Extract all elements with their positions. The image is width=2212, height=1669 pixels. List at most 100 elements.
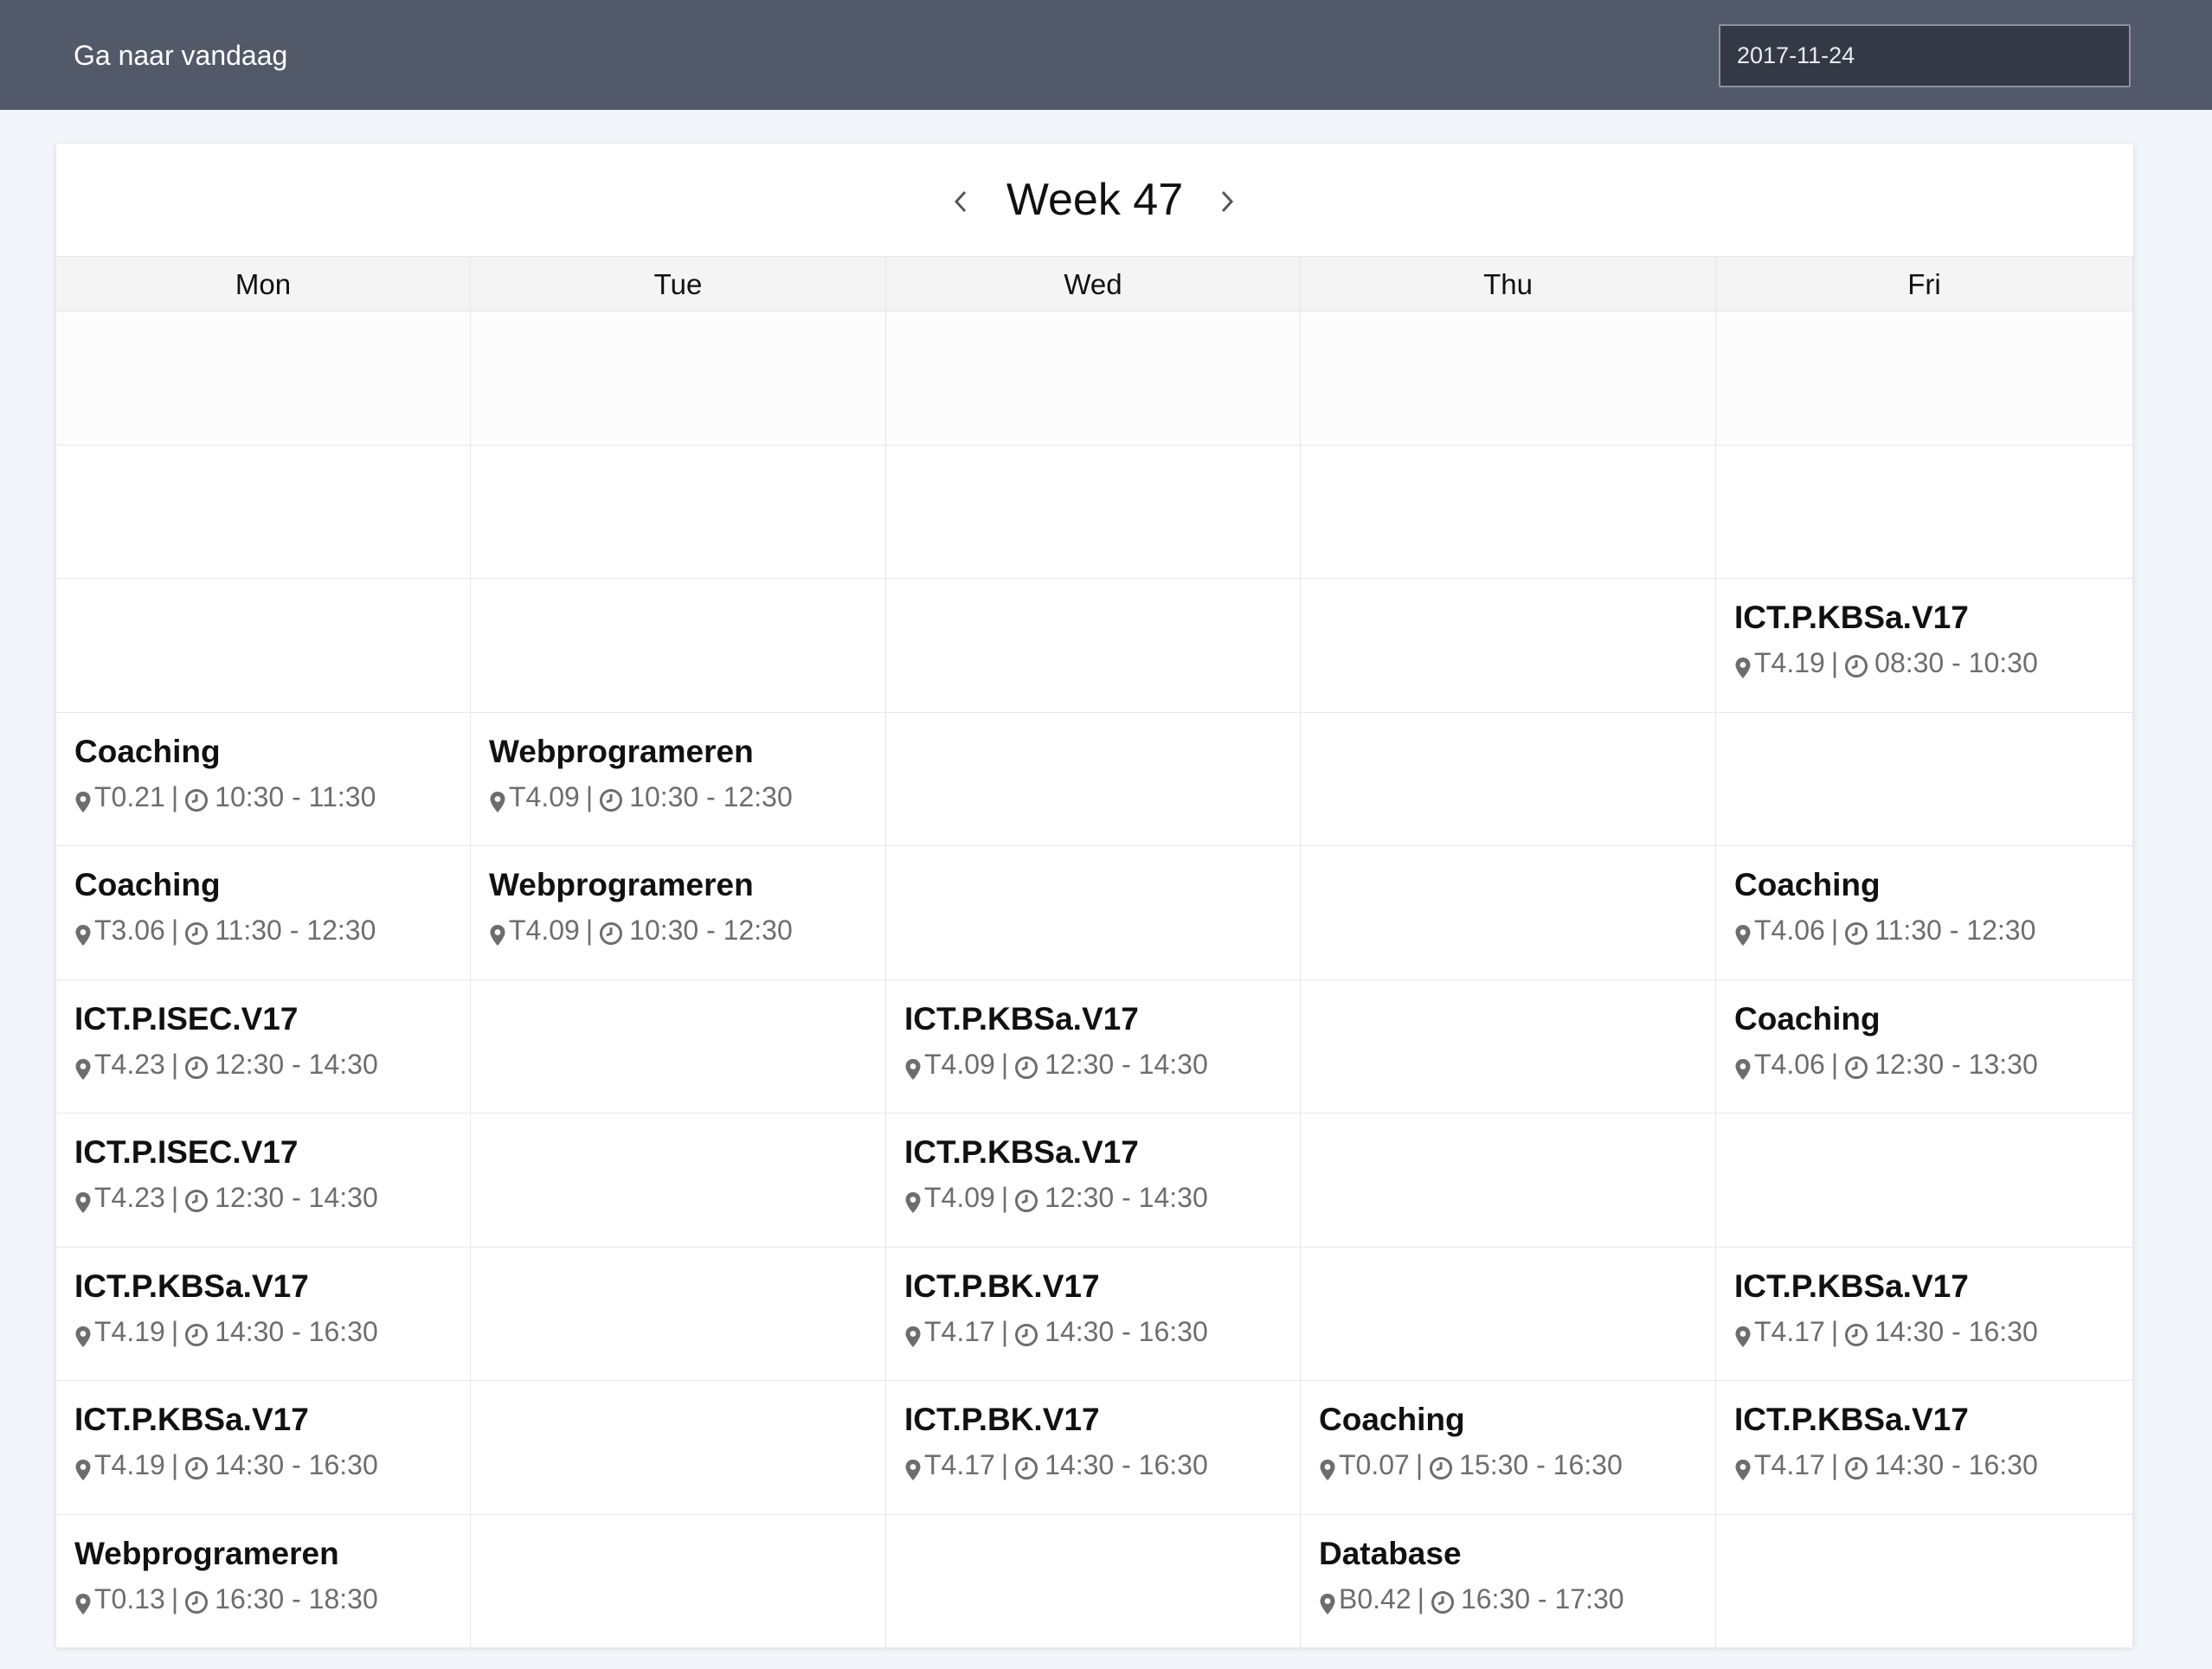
- event-time: 11:30 - 12:30: [215, 915, 376, 946]
- event-room: T4.09: [509, 780, 580, 812]
- separator: |: [1000, 1315, 1009, 1347]
- clock-icon: [184, 1185, 209, 1212]
- event-cell[interactable]: Database B0.42 | 16:30 - 17:30: [1301, 1514, 1716, 1648]
- previous-week-button[interactable]: [943, 177, 978, 225]
- event-room: T4.23: [94, 1048, 165, 1080]
- event-cell[interactable]: Coaching T3.06 | 11:30 - 12:30: [56, 846, 471, 980]
- event-cell[interactable]: Webprogrameren T0.13 | 16:30 - 18:30: [56, 1514, 471, 1648]
- event-meta: T0.07 | 15:30 - 16:30: [1319, 1447, 1623, 1483]
- empty-slot: [1301, 579, 1716, 713]
- map-marker-icon: [1734, 919, 1752, 946]
- empty-slot: [1716, 1514, 2133, 1648]
- event-time: 16:30 - 18:30: [215, 1582, 378, 1614]
- map-marker-icon: [904, 1320, 922, 1347]
- event-room: T4.19: [94, 1315, 165, 1347]
- map-marker-icon: [74, 1588, 92, 1614]
- map-marker-icon: [904, 1454, 922, 1480]
- empty-slot: [1716, 1114, 2133, 1248]
- empty-slot: [1301, 1247, 1716, 1381]
- separator: |: [1000, 1048, 1009, 1080]
- event-cell[interactable]: ICT.P.KBSa.V17 T4.19 | 08:30 - 10:30: [1716, 579, 2133, 713]
- event-cell[interactable]: ICT.P.ISEC.V17 T4.23 | 12:30 - 14:30: [56, 979, 471, 1114]
- event-title: ICT.P.KBSa.V17: [1734, 600, 1969, 635]
- empty-slot: [1716, 445, 2133, 579]
- separator: |: [1000, 1182, 1009, 1213]
- event-cell[interactable]: ICT.P.BK.V17 T4.17 | 14:30 - 16:30: [886, 1381, 1301, 1515]
- day-header-tue: Tue: [471, 256, 886, 311]
- separator: |: [585, 780, 594, 812]
- empty-slot: [471, 1381, 886, 1515]
- event-room: T4.19: [94, 1449, 165, 1480]
- event-time: 14:30 - 16:30: [1045, 1449, 1208, 1480]
- clock-icon: [184, 918, 209, 945]
- event-meta: T4.09 | 12:30 - 14:30: [904, 1046, 1208, 1082]
- map-marker-icon: [74, 786, 92, 812]
- event-cell[interactable]: ICT.P.KBSa.V17 T4.19 | 14:30 - 16:30: [56, 1247, 471, 1381]
- week-header: Week 47: [56, 144, 2133, 256]
- date-input[interactable]: [1719, 24, 2131, 87]
- event-meta: T4.17 | 14:30 - 16:30: [904, 1447, 1208, 1483]
- event-time: 16:30 - 17:30: [1460, 1582, 1624, 1614]
- empty-slot: [1716, 712, 2133, 846]
- map-marker-icon: [74, 1186, 92, 1213]
- event-time: 14:30 - 16:30: [1045, 1315, 1208, 1347]
- event-cell[interactable]: ICT.P.KBSa.V17 T4.17 | 14:30 - 16:30: [1716, 1247, 2133, 1381]
- empty-slot: [886, 445, 1301, 579]
- empty-slot: [471, 1247, 886, 1381]
- event-cell[interactable]: Coaching T4.06 | 11:30 - 12:30: [1716, 846, 2133, 980]
- event-room: T0.21: [94, 780, 165, 812]
- go-to-today-link[interactable]: Ga naar vandaag: [74, 36, 287, 74]
- next-week-button[interactable]: [1210, 177, 1244, 225]
- map-marker-icon: [1734, 1053, 1752, 1080]
- event-cell[interactable]: ICT.P.KBSa.V17 T4.17 | 14:30 - 16:30: [1716, 1381, 2133, 1515]
- clock-icon: [1429, 1453, 1453, 1480]
- event-cell[interactable]: Coaching T4.06 | 12:30 - 13:30: [1716, 979, 2133, 1114]
- event-room: T4.06: [1754, 915, 1825, 946]
- top-bar: Ga naar vandaag: [0, 0, 2212, 110]
- event-cell[interactable]: ICT.P.KBSa.V17 T4.09 | 12:30 - 14:30: [886, 1114, 1301, 1248]
- event-cell[interactable]: ICT.P.KBSa.V17 T4.09 | 12:30 - 14:30: [886, 979, 1301, 1114]
- separator: |: [1415, 1449, 1424, 1480]
- event-room: B0.42: [1339, 1582, 1411, 1614]
- event-time: 10:30 - 12:30: [629, 780, 793, 812]
- separator: |: [170, 1048, 179, 1080]
- separator: |: [1417, 1582, 1424, 1614]
- event-cell[interactable]: ICT.P.KBSa.V17 T4.19 | 14:30 - 16:30: [56, 1381, 471, 1515]
- separator: |: [1830, 1315, 1839, 1347]
- event-room: T4.17: [1754, 1315, 1825, 1347]
- event-cell[interactable]: ICT.P.BK.V17 T4.17 | 14:30 - 16:30: [886, 1247, 1301, 1381]
- separator: |: [1830, 1048, 1839, 1080]
- event-meta: T0.13 | 16:30 - 18:30: [74, 1581, 378, 1617]
- event-cell[interactable]: Coaching T0.21 | 10:30 - 11:30: [56, 712, 471, 846]
- clock-icon: [1844, 918, 1868, 945]
- event-room: T4.06: [1754, 1048, 1825, 1080]
- map-marker-icon: [74, 1053, 92, 1080]
- empty-slot: [471, 1514, 886, 1648]
- empty-slot: [1301, 311, 1716, 446]
- event-room: T4.09: [924, 1048, 995, 1080]
- event-meta: T4.23 | 12:30 - 14:30: [74, 1046, 378, 1082]
- event-meta: T4.19 | 08:30 - 10:30: [1734, 645, 2038, 681]
- event-room: T4.17: [924, 1449, 995, 1480]
- event-cell[interactable]: ICT.P.ISEC.V17 T4.23 | 12:30 - 14:30: [56, 1114, 471, 1248]
- map-marker-icon: [74, 1320, 92, 1347]
- event-time: 12:30 - 14:30: [1045, 1048, 1208, 1080]
- day-header-wed: Wed: [886, 256, 1301, 311]
- map-marker-icon: [904, 1053, 922, 1080]
- empty-slot: [886, 579, 1301, 713]
- calendar-card: Week 47 Mon Tue Wed Thu Fri ICT.P.KBSa.V17 T4.…: [56, 144, 2133, 1648]
- event-cell[interactable]: Coaching T0.07 | 15:30 - 16:30: [1301, 1381, 1716, 1515]
- event-room: T4.17: [924, 1315, 995, 1347]
- event-time: 12:30 - 13:30: [1874, 1048, 2038, 1080]
- empty-slot: [471, 979, 886, 1114]
- separator: |: [170, 915, 179, 946]
- event-cell[interactable]: Webprogrameren T4.09 | 10:30 - 12:30: [471, 846, 886, 980]
- day-header-thu: Thu: [1301, 256, 1716, 311]
- event-title: Database: [1319, 1535, 1462, 1571]
- separator: |: [585, 915, 594, 946]
- event-cell[interactable]: Webprogrameren T4.09 | 10:30 - 12:30: [471, 712, 886, 846]
- event-title: ICT.P.KBSa.V17: [1734, 1402, 1969, 1437]
- event-meta: T4.23 | 12:30 - 14:30: [74, 1179, 378, 1216]
- empty-slot: [1301, 846, 1716, 980]
- empty-slot: [886, 846, 1301, 980]
